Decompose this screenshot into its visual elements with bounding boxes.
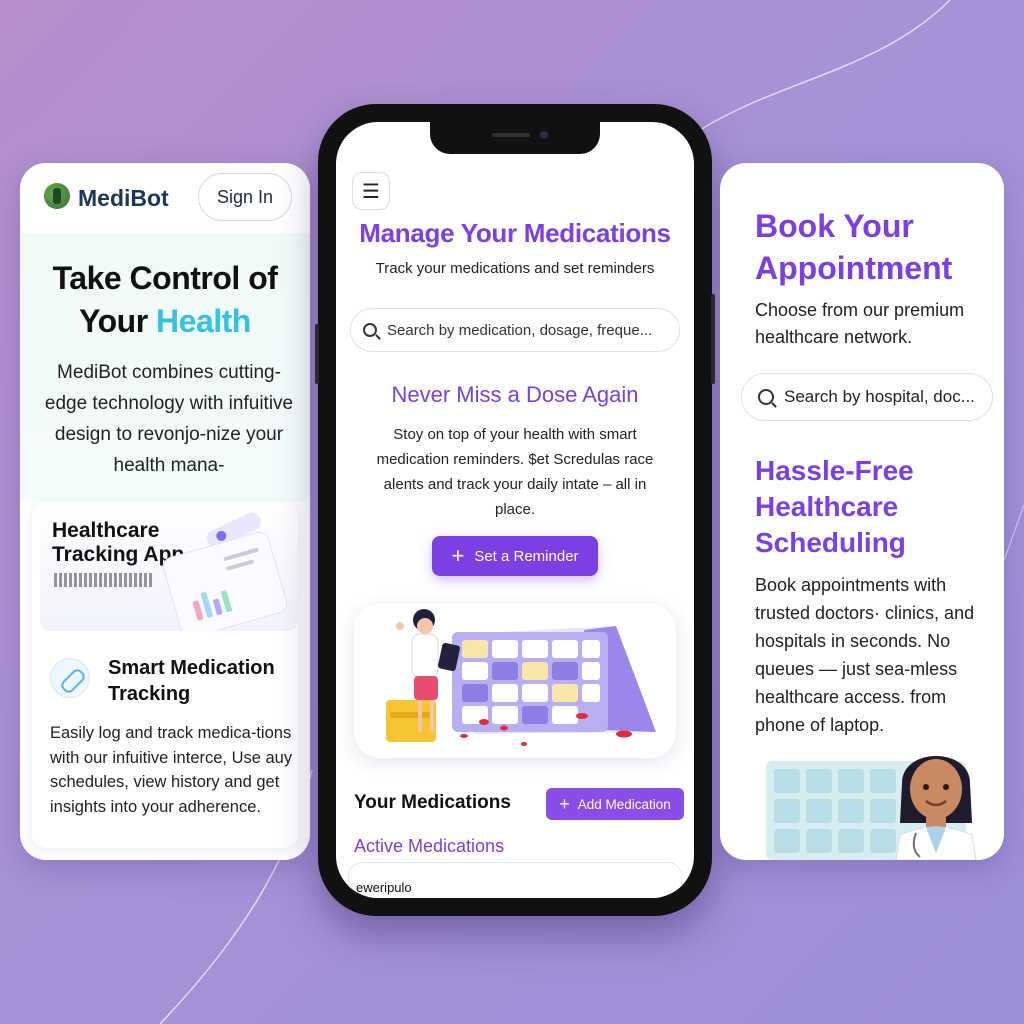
appointment-search-input[interactable]: Search by hospital, doc...	[741, 373, 993, 421]
search-placeholder: Search by hospital, doc...	[784, 387, 975, 406]
hero-title-accent: Health	[156, 303, 251, 339]
brand-name: MediBot	[78, 185, 169, 211]
appointment-card: Book Your Appointment Choose from our pr…	[720, 163, 1004, 860]
medication-search-input[interactable]: Search by medication, dosage, freque...	[350, 308, 680, 352]
hero-title-your: Your	[79, 303, 157, 339]
feature-card: Healthcare Tracking App Smart Medication…	[32, 503, 298, 848]
phone-frame: ☰ Manage Your Medications Track your med…	[315, 104, 715, 916]
sign-in-button[interactable]: Sign In	[198, 173, 292, 221]
scheduling-title: Hassle-Free Healthcare Scheduling	[755, 455, 914, 558]
feature-description: Easily log and track medica-tions with o…	[50, 724, 293, 816]
set-reminder-button[interactable]: + Set a Reminder	[432, 536, 598, 576]
medibot-logo-icon	[44, 183, 70, 209]
search-placeholder: Search by medication, dosage, freque...	[387, 321, 653, 339]
menu-icon[interactable]: ☰	[352, 172, 390, 210]
list-item-title: eweripulo	[356, 880, 412, 895]
plus-icon: +	[559, 793, 570, 814]
hero-title-line1: Take Control of	[52, 260, 278, 296]
feature-title: Smart Medication Tracking	[108, 657, 275, 705]
search-icon	[758, 389, 774, 405]
illustration-fine-print	[54, 573, 154, 587]
plus-icon: +	[451, 543, 465, 568]
set-reminder-label: Set a Reminder	[474, 547, 579, 565]
add-medication-button[interactable]: + Add Medication	[546, 788, 684, 820]
scheduling-text: Book appointments with trusted doctors· …	[755, 575, 975, 735]
search-icon	[363, 323, 377, 337]
pill-icon	[50, 658, 90, 698]
reminder-section-text: Stoy on top of your health with smart me…	[376, 426, 654, 518]
appointment-title: Book Your Appointment	[755, 208, 953, 286]
phone-screen: ☰ Manage Your Medications Track your med…	[336, 122, 694, 898]
page-title: Manage Your Medications	[359, 218, 671, 248]
your-medications-heading: Your Medications	[354, 792, 511, 813]
calendar-illustration	[354, 604, 676, 758]
add-medication-label: Add Medication	[577, 796, 671, 812]
healthcare-tracking-illustration: Healthcare Tracking App	[40, 503, 298, 631]
left-card-header: MediBot Sign In	[20, 163, 310, 233]
reminder-section-title: Never Miss a Dose Again	[391, 382, 639, 407]
medibot-landing-card: MediBot Sign In Take Control of Your Hea…	[20, 163, 310, 860]
appointment-subtitle: Choose from our premium healthcare netwo…	[755, 300, 965, 347]
hero-title: Take Control of Your Health	[28, 257, 302, 343]
phone-notch	[430, 122, 600, 154]
doctor-illustration	[766, 756, 977, 860]
hero-description: MediBot combines cutting-edge technology…	[44, 362, 294, 476]
page-subtitle: Track your medications and set reminders	[375, 260, 655, 277]
active-medications-tab[interactable]: Active Medications	[354, 836, 504, 857]
